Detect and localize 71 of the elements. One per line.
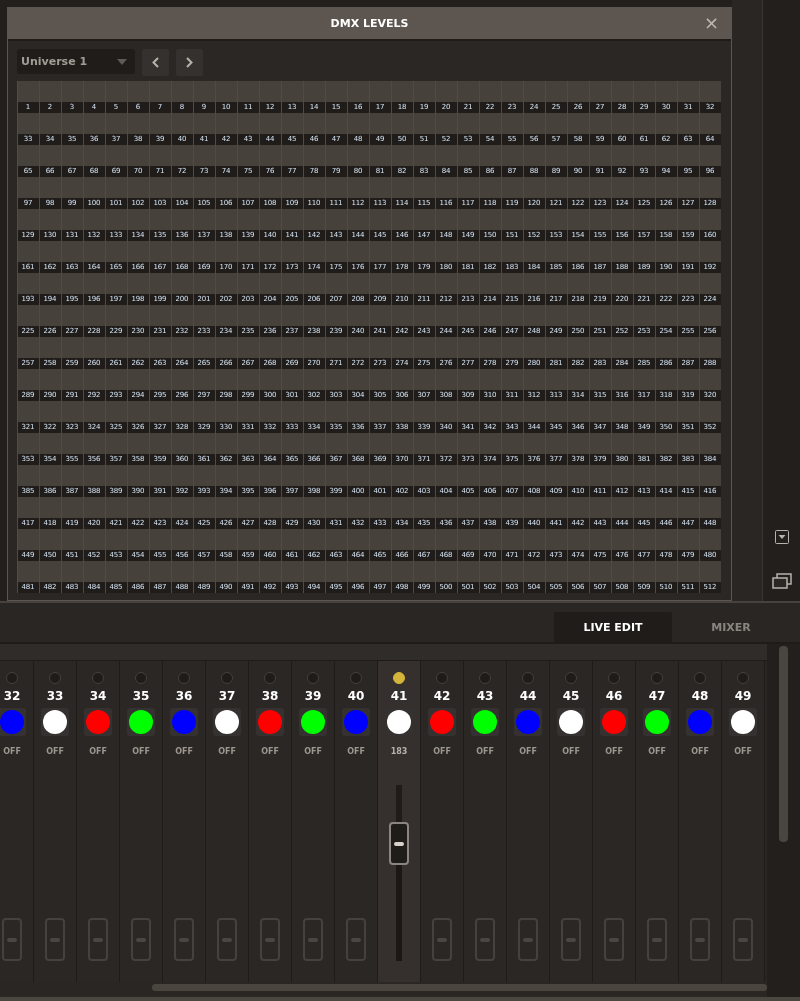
channel-number: 36 <box>175 688 193 704</box>
universe-dropdown[interactable]: Universe 1 <box>17 49 135 74</box>
channel-number: 41 <box>390 688 408 704</box>
caret-icon <box>117 58 127 65</box>
channel-value: OFF <box>175 747 193 756</box>
fader-handle[interactable] <box>303 918 323 961</box>
channel-value: OFF <box>648 747 666 756</box>
channel-value: 183 <box>390 747 408 756</box>
channel-number: 43 <box>476 688 494 704</box>
channel-value: OFF <box>304 747 322 756</box>
fader-handle[interactable] <box>45 918 65 961</box>
channel-value: OFF <box>132 747 150 756</box>
horizontal-scrollbar[interactable] <box>152 984 767 991</box>
fader-handle[interactable] <box>346 918 366 961</box>
channel-value: OFF <box>562 747 580 756</box>
channel-number: 38 <box>261 688 279 704</box>
fader-handle[interactable] <box>88 918 108 961</box>
close-button[interactable]: × <box>703 14 719 32</box>
channel-number: 47 <box>648 688 666 704</box>
channel-number: 32 <box>3 688 21 704</box>
channel-value: OFF <box>89 747 107 756</box>
channel-number: 40 <box>347 688 365 704</box>
channel-value: OFF <box>218 747 236 756</box>
channel-value: OFF <box>605 747 623 756</box>
tab[interactable]: MIXER <box>672 612 790 642</box>
dialog-title: DMX LEVELS <box>330 17 409 30</box>
chevron-left-icon <box>152 57 159 68</box>
fader-slider[interactable] <box>388 785 410 961</box>
fader-handle[interactable] <box>475 918 495 961</box>
channel-number: 42 <box>433 688 451 704</box>
channel-number: 44 <box>519 688 537 704</box>
fader-handle[interactable] <box>647 918 667 961</box>
fader-handle[interactable] <box>389 822 409 866</box>
channel-number: 49 <box>734 688 752 704</box>
fader-handle[interactable] <box>518 918 538 961</box>
fader-handle[interactable] <box>217 918 237 961</box>
channel-value: OFF <box>734 747 752 756</box>
channel-strip[interactable]: 32 OFF <box>0 661 34 982</box>
previous-button[interactable] <box>142 49 169 76</box>
fader-handle[interactable] <box>260 918 280 961</box>
fader-handle[interactable] <box>174 918 194 961</box>
channel-number: 48 <box>691 688 709 704</box>
chevron-right-icon <box>186 57 193 68</box>
fader-handle[interactable] <box>690 918 710 961</box>
next-button[interactable] <box>176 49 203 76</box>
fader-handle[interactable] <box>733 918 753 961</box>
fader-handle[interactable] <box>131 918 151 961</box>
channel-value: OFF <box>261 747 279 756</box>
vertical-scrollbar[interactable] <box>779 646 788 842</box>
fader-handle[interactable] <box>604 918 624 961</box>
channel-number: 35 <box>132 688 150 704</box>
channel-value: OFF <box>433 747 451 756</box>
fader-handle[interactable] <box>2 918 22 961</box>
tab[interactable]: LIVE EDIT <box>554 612 672 642</box>
channel-number: 39 <box>304 688 322 704</box>
channel-value: OFF <box>46 747 64 756</box>
channel-strip[interactable]: 41 183 <box>378 661 421 982</box>
channel-number: 34 <box>89 688 107 704</box>
fader-handle[interactable] <box>561 918 581 961</box>
windows-icon[interactable] <box>771 573 792 589</box>
channel-value: OFF <box>691 747 709 756</box>
channel-value: OFF <box>3 747 21 756</box>
channel-number: 46 <box>605 688 623 704</box>
channel-value: OFF <box>519 747 537 756</box>
collapse-icon[interactable] <box>774 530 789 544</box>
channel-value: OFF <box>476 747 494 756</box>
channel-number: 45 <box>562 688 580 704</box>
channel-number: 33 <box>46 688 64 704</box>
channel-value: OFF <box>347 747 365 756</box>
fader-handle[interactable] <box>432 918 452 961</box>
channel-number: 37 <box>218 688 236 704</box>
